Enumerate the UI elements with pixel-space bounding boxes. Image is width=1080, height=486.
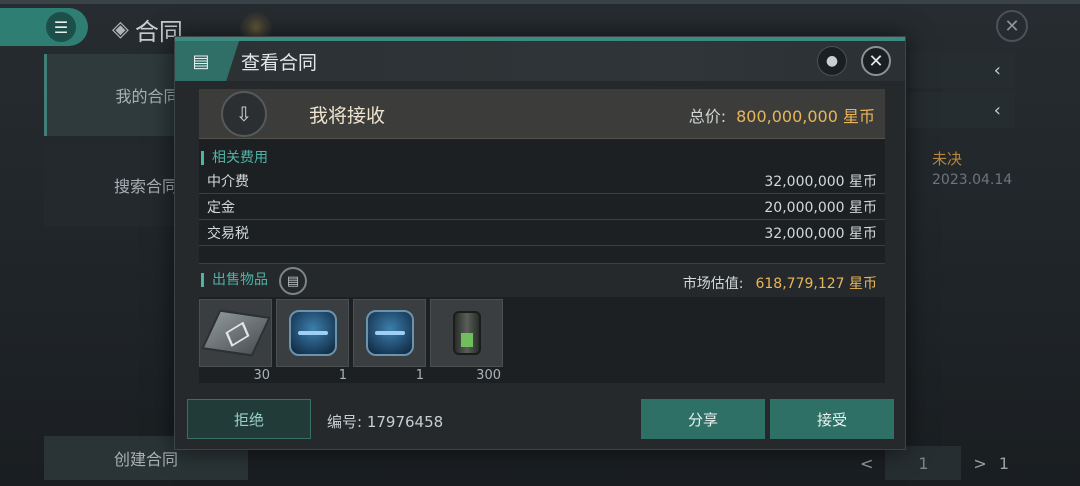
user-icon: ● <box>825 53 839 69</box>
market-value: 市场估值: 618,779,127 星币 <box>683 273 877 293</box>
total-price: 总价: 800,000,000 星币 <box>689 103 875 127</box>
item-slot <box>430 299 503 367</box>
cart-download-icon: ⇩ <box>221 91 267 137</box>
item-quantity: 300 <box>476 368 501 383</box>
cube-icon: ◈ <box>112 17 129 42</box>
sale-items-list: 30 1 1 300 <box>199 299 503 383</box>
canister-icon <box>452 311 481 355</box>
market-value-label: 市场估值: <box>682 276 744 292</box>
dialog-body: ⇩ 我将接收 总价: 800,000,000 星币 相关费用 中介费 32,000… <box>199 89 885 383</box>
contract-id: 编号: 17976458 <box>327 413 444 431</box>
market-value-amount: 618,779,127 星币 <box>755 276 877 292</box>
dialog-close-button[interactable]: ✕ <box>861 46 891 76</box>
sale-item[interactable]: 300 <box>430 299 503 383</box>
item-slot <box>276 299 349 367</box>
clipboard-icon[interactable]: ▤ <box>279 267 307 295</box>
total-price-value: 800,000,000 星币 <box>736 107 875 126</box>
fee-row-tax: 交易税 32,000,000 星币 <box>199 221 885 246</box>
fee-value: 32,000,000 星币 <box>764 174 877 190</box>
total-pages: 1 <box>998 453 1009 473</box>
blueprint-icon <box>365 310 414 356</box>
chevron-left-icon: ‹ <box>993 99 1001 121</box>
app-title: ◈ 合同 <box>112 12 183 47</box>
contract-status: 未决 <box>932 150 963 168</box>
sale-item[interactable]: 1 <box>276 299 349 383</box>
fees-section-title: 相关费用 <box>201 151 268 165</box>
item-slot <box>353 299 426 367</box>
filter-row-1[interactable]: ‹ <box>905 52 1015 88</box>
receive-panel: ⇩ 我将接收 总价: 800,000,000 星币 <box>199 89 885 139</box>
menu-icon: ☰ <box>46 12 76 42</box>
menu-button[interactable]: ☰ <box>0 8 88 46</box>
item-quantity: 1 <box>338 368 347 383</box>
receive-label: 我将接收 <box>309 105 386 127</box>
item-quantity: 1 <box>415 368 424 383</box>
item-quantity: 30 <box>253 368 270 383</box>
sidebar-item-label: 搜索合同 <box>113 177 178 196</box>
accept-button[interactable]: 接受 <box>770 399 894 439</box>
fee-label: 定金 <box>207 200 235 216</box>
fee-label: 交易税 <box>207 226 249 242</box>
contract-scroll-icon: ▤ <box>175 41 239 81</box>
next-page-button[interactable]: > <box>973 454 986 473</box>
blueprint-icon <box>288 310 337 356</box>
user-profile-button[interactable]: ● <box>817 46 847 76</box>
item-slot <box>199 299 272 367</box>
prev-page-button[interactable]: < <box>860 454 873 473</box>
sale-section-title: 出售物品 <box>201 273 268 287</box>
fee-row-deposit: 定金 20,000,000 星币 <box>199 195 885 220</box>
fee-value: 32,000,000 星币 <box>764 226 877 242</box>
dialog-title: 查看合同 <box>241 52 318 74</box>
fee-row-broker: 中介费 32,000,000 星币 <box>199 169 885 194</box>
total-price-label: 总价: <box>688 107 727 126</box>
dialog-header: ▤ 查看合同 ● ✕ <box>175 41 905 81</box>
page-number-field[interactable]: 1 <box>885 446 962 480</box>
sidebar-item-label: 我的合同 <box>115 87 180 106</box>
view-contract-dialog: ▤ 查看合同 ● ✕ ⇩ 我将接收 总价: 800,000,000 星币 相关费用… <box>174 36 906 450</box>
reject-button[interactable]: 拒绝 <box>187 399 311 439</box>
contract-date: 2023.04.14 <box>932 172 1013 188</box>
pagination: < 1 > 1 <box>860 446 1009 480</box>
fee-value: 20,000,000 星币 <box>764 200 877 216</box>
filter-row-2[interactable]: ‹ <box>905 92 1015 128</box>
background-close-button[interactable]: ✕ <box>996 10 1028 42</box>
top-border <box>0 0 1080 4</box>
sale-item[interactable]: 1 <box>353 299 426 383</box>
fee-label: 中介费 <box>207 174 249 190</box>
share-button[interactable]: 分享 <box>641 399 765 439</box>
chip-icon <box>200 309 271 357</box>
sale-items-header: 出售物品 ▤ 市场估值: 618,779,127 星币 <box>199 263 885 297</box>
sale-item[interactable]: 30 <box>199 299 272 383</box>
close-icon: ✕ <box>868 50 884 72</box>
sidebar-item-label: 创建合同 <box>113 450 178 469</box>
chevron-left-icon: ‹ <box>993 59 1001 81</box>
